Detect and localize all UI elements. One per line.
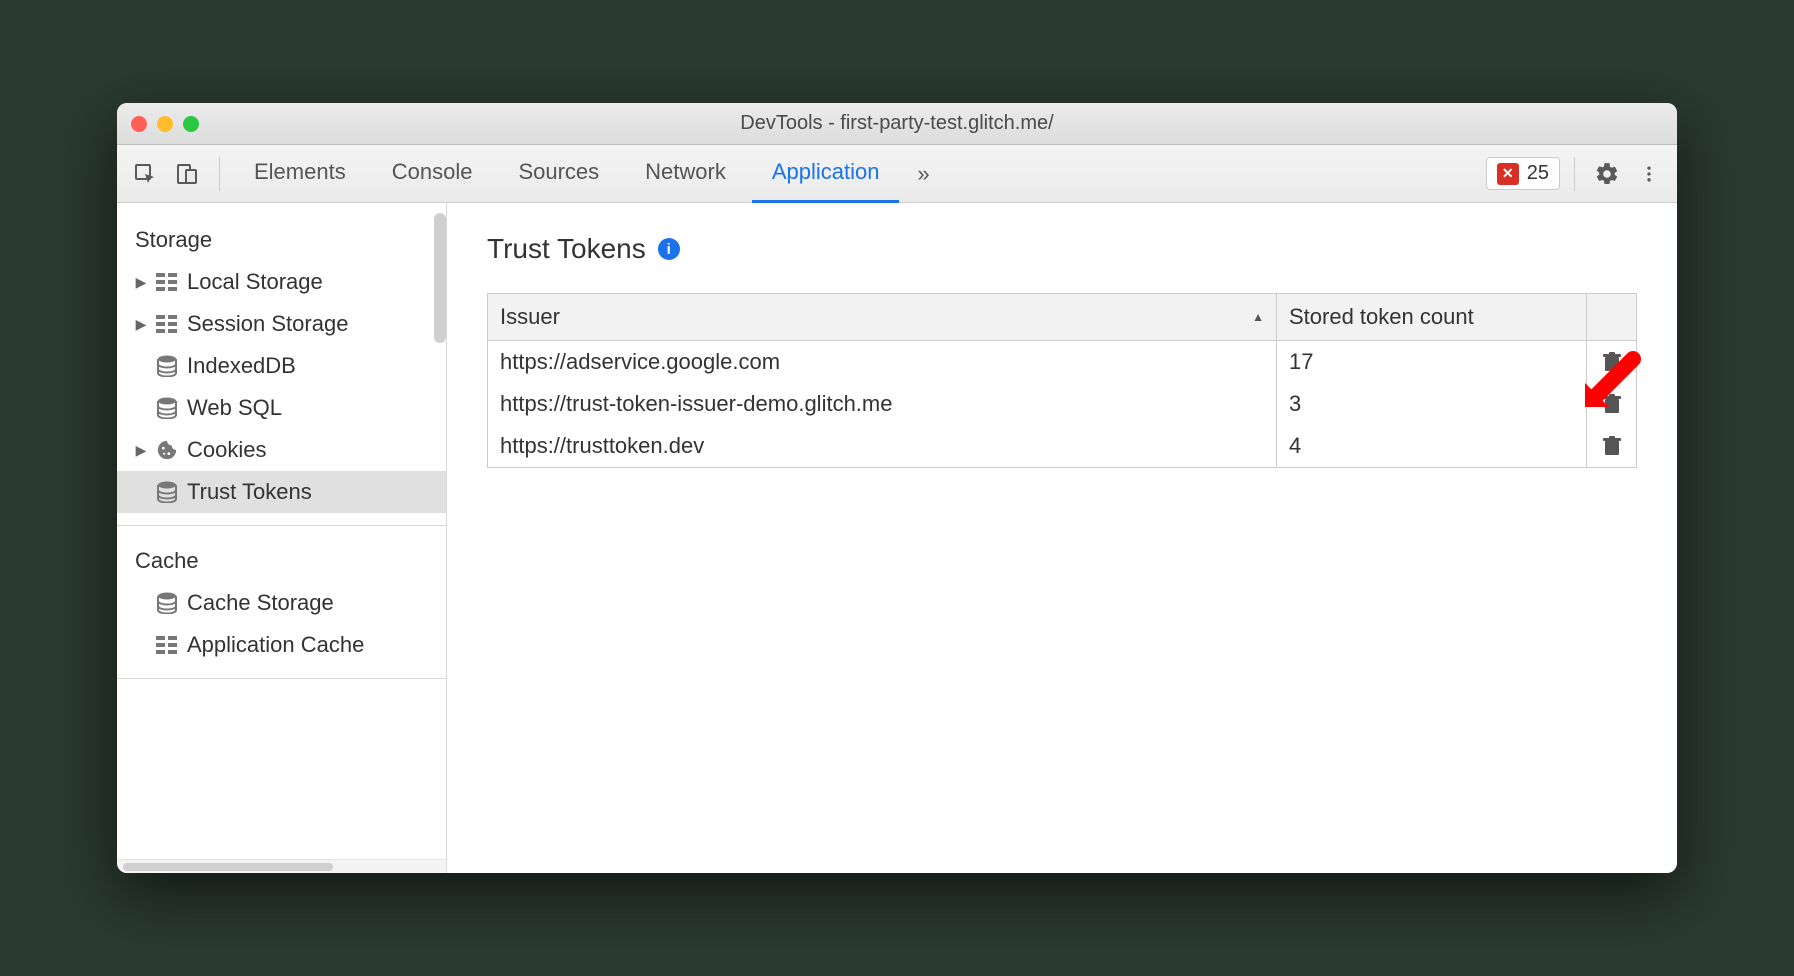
error-count: 25 — [1527, 162, 1549, 185]
sidebar-item-cookies[interactable]: ▶ Cookies — [117, 429, 446, 471]
sidebar-item-label: Web SQL — [187, 395, 282, 421]
titlebar: DevTools - first-party-test.glitch.me/ — [117, 103, 1677, 145]
devtools-window: DevTools - first-party-test.glitch.me/ E… — [117, 103, 1677, 873]
sidebar-item-label: Session Storage — [187, 311, 348, 337]
device-toolbar-icon[interactable] — [169, 156, 205, 192]
sidebar-item-session-storage[interactable]: ▶ Session Storage — [117, 303, 446, 345]
cell-count: 17 — [1277, 341, 1587, 384]
sidebar-item-label: Local Storage — [187, 269, 323, 295]
sidebar-item-label: Cookies — [187, 437, 266, 463]
error-icon — [1497, 163, 1519, 185]
tab-network[interactable]: Network — [625, 145, 746, 203]
sidebar-item-label: Cache Storage — [187, 590, 334, 616]
tab-sources[interactable]: Sources — [498, 145, 619, 203]
column-label: Stored token count — [1289, 304, 1474, 329]
cookie-icon — [155, 438, 179, 462]
trust-tokens-table: Issuer ▲ Stored token count https://adse… — [487, 293, 1637, 468]
divider — [1574, 157, 1575, 191]
pane-title: Trust Tokens — [487, 233, 646, 265]
delete-button[interactable] — [1599, 436, 1624, 456]
sidebar-item-websql[interactable]: Web SQL — [117, 387, 446, 429]
sidebar-item-indexeddb[interactable]: IndexedDB — [117, 345, 446, 387]
column-header-actions — [1587, 294, 1637, 341]
sidebar-item-local-storage[interactable]: ▶ Local Storage — [117, 261, 446, 303]
divider — [117, 678, 446, 679]
error-count-badge[interactable]: 25 — [1486, 157, 1560, 190]
table-row[interactable]: https://trusttoken.dev 4 — [488, 425, 1637, 468]
database-icon — [155, 480, 179, 504]
window-title: DevTools - first-party-test.glitch.me/ — [117, 112, 1677, 135]
main: Storage ▶ Local Storage ▶ Session Storag… — [117, 203, 1677, 873]
sidebar: Storage ▶ Local Storage ▶ Session Storag… — [117, 203, 447, 873]
inspect-element-icon[interactable] — [127, 156, 163, 192]
delete-button[interactable] — [1599, 394, 1624, 414]
divider — [219, 157, 220, 191]
table-row[interactable]: https://adservice.google.com 17 — [488, 341, 1637, 384]
info-icon[interactable]: i — [658, 238, 680, 260]
devtools-tabstrip: Elements Console Sources Network Applica… — [117, 145, 1677, 203]
table-icon — [155, 312, 179, 336]
table-row[interactable]: https://trust-token-issuer-demo.glitch.m… — [488, 383, 1637, 425]
sidebar-item-label: Application Cache — [187, 632, 364, 658]
sidebar-item-trust-tokens[interactable]: Trust Tokens — [117, 471, 446, 513]
table-icon — [155, 633, 179, 657]
database-icon — [155, 591, 179, 615]
kebab-menu-icon[interactable] — [1631, 156, 1667, 192]
sidebar-horizontal-scrollbar[interactable] — [117, 859, 446, 873]
table-header-row: Issuer ▲ Stored token count — [488, 294, 1637, 341]
column-label: Issuer — [500, 304, 560, 329]
more-tabs-icon[interactable]: » — [905, 156, 941, 192]
tab-elements[interactable]: Elements — [234, 145, 366, 203]
sidebar-item-cache-storage[interactable]: Cache Storage — [117, 582, 446, 624]
cell-issuer: https://adservice.google.com — [488, 341, 1277, 384]
sidebar-item-label: IndexedDB — [187, 353, 296, 379]
expand-arrow-icon: ▶ — [135, 274, 147, 291]
table-icon — [155, 270, 179, 294]
delete-button[interactable] — [1599, 352, 1624, 372]
cell-issuer: https://trusttoken.dev — [488, 425, 1277, 468]
expand-arrow-icon: ▶ — [135, 442, 147, 459]
sort-ascending-icon: ▲ — [1252, 310, 1264, 324]
tab-console[interactable]: Console — [372, 145, 493, 203]
column-header-issuer[interactable]: Issuer ▲ — [488, 294, 1277, 341]
cell-issuer: https://trust-token-issuer-demo.glitch.m… — [488, 383, 1277, 425]
pane-heading: Trust Tokens i — [487, 233, 1637, 265]
group-cache: Cache — [117, 538, 446, 582]
settings-icon[interactable] — [1589, 156, 1625, 192]
database-icon — [155, 354, 179, 378]
divider — [117, 525, 446, 526]
database-icon — [155, 396, 179, 420]
sidebar-scrollbar[interactable] — [434, 217, 446, 343]
expand-arrow-icon: ▶ — [135, 316, 147, 333]
content-pane: Trust Tokens i Issuer ▲ Stored token cou… — [447, 203, 1677, 873]
cell-count: 4 — [1277, 425, 1587, 468]
group-storage: Storage — [117, 217, 446, 261]
tab-application[interactable]: Application — [752, 145, 900, 203]
sidebar-item-application-cache[interactable]: Application Cache — [117, 624, 446, 666]
column-header-count[interactable]: Stored token count — [1277, 294, 1587, 341]
cell-count: 3 — [1277, 383, 1587, 425]
sidebar-item-label: Trust Tokens — [187, 479, 312, 505]
